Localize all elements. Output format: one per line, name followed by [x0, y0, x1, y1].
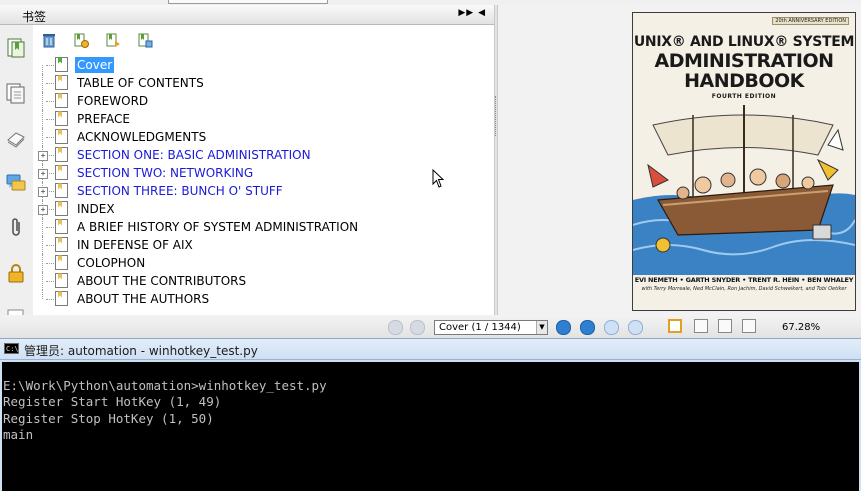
- window-edge-tab: [168, 0, 328, 4]
- console-line: Register Start HotKey (1, 49): [3, 394, 222, 410]
- bookmark-icon: [55, 183, 68, 198]
- comments-panel-icon[interactable]: [5, 172, 27, 194]
- expand-toggle-icon[interactable]: +: [38, 151, 48, 161]
- reader-status-bar: Cover (1 / 1344) ▼ 67.28%: [0, 315, 861, 338]
- bookmark-item-index[interactable]: + INDEX: [33, 200, 493, 218]
- bookmark-label: ACKNOWLEDGMENTS: [77, 130, 207, 144]
- cover-title-line1: UNIX® AND LINUX® SYSTEM: [633, 34, 855, 50]
- last-page-icon[interactable]: [580, 320, 595, 335]
- bookmark-item-section-two[interactable]: + SECTION TWO: NETWORKING: [33, 164, 493, 182]
- bookmark-icon: [55, 75, 68, 90]
- layers-panel-icon[interactable]: [5, 127, 27, 149]
- zoom-level[interactable]: 67.28%: [782, 322, 820, 333]
- bookmark-label: PREFACE: [77, 112, 130, 126]
- cover-authors: EVI NEMETH • GARTH SNYDER • TRENT R. HEI…: [634, 276, 854, 284]
- expand-toggle-icon[interactable]: +: [38, 187, 48, 197]
- bookmark-label: FOREWORD: [77, 94, 149, 108]
- page-number-select[interactable]: Cover (1 / 1344) ▼: [434, 320, 548, 335]
- bookmark-item-table-of-contents[interactable]: TABLE OF CONTENTS: [33, 74, 493, 92]
- bookmark-properties-icon[interactable]: [137, 32, 153, 48]
- bookmark-label: TABLE OF CONTENTS: [77, 76, 204, 90]
- mouse-cursor-icon: [432, 169, 445, 188]
- bookmark-icon: [55, 237, 68, 252]
- bookmark-item-cover[interactable]: Cover: [33, 56, 493, 74]
- pages-panel-icon[interactable]: [5, 82, 27, 104]
- bookmark-item-foreword[interactable]: FOREWORD: [33, 92, 493, 110]
- bookmark-icon: [55, 93, 68, 108]
- console-line: main: [3, 426, 34, 442]
- attachments-paperclip-icon[interactable]: [5, 217, 27, 239]
- cover-anniversary-badge: 20th ANNIVERSARY EDITION: [772, 17, 849, 25]
- console-app-icon: C:\: [4, 343, 19, 354]
- panel-collapse-buttons[interactable]: ▶▶ ◀: [458, 8, 486, 18]
- bookmark-icon: [55, 147, 68, 162]
- bookmark-item-preface[interactable]: PREFACE: [33, 110, 493, 128]
- next-page-icon[interactable]: [556, 320, 571, 335]
- book-cover-page: 20th ANNIVERSARY EDITION UNIX® AND LINUX…: [632, 12, 856, 311]
- expand-toggle-icon[interactable]: +: [38, 169, 48, 179]
- pdf-reader-window: 书签 ▶▶ ◀ Cover TABLE OF CONTENTS FOREWORD…: [0, 0, 861, 338]
- cover-title-line3: HANDBOOK: [684, 70, 804, 92]
- page-number-value: Cover (1 / 1344): [439, 322, 521, 333]
- console-title-bar[interactable]: C:\ 管理员: automation - winhotkey_test.py: [0, 338, 861, 360]
- expand-bookmark-icon[interactable]: [105, 32, 121, 48]
- facing-view-icon[interactable]: [718, 319, 732, 333]
- bookmark-icon: [55, 57, 68, 72]
- first-page-icon[interactable]: [388, 320, 403, 335]
- cover-contributors: with Terry Morreale, Ned McClain, Ron Ja…: [641, 286, 847, 292]
- bookmark-icon: [55, 255, 68, 270]
- bookmark-icon: [55, 129, 68, 144]
- bookmark-label: IN DEFENSE OF AIX: [77, 238, 193, 252]
- bookmark-label: ABOUT THE CONTRIBUTORS: [77, 274, 247, 288]
- cover-title-line2: ADMINISTRATION: [654, 50, 834, 72]
- bookmark-item-section-one[interactable]: + SECTION ONE: BASIC ADMINISTRATION: [33, 146, 493, 164]
- bookmark-icon: [55, 291, 68, 306]
- bookmark-item-colophon[interactable]: COLOPHON: [33, 254, 493, 272]
- navigation-side-strip: [0, 25, 34, 335]
- console-window-title: 管理员: automation - winhotkey_test.py: [24, 344, 258, 358]
- console-window-frame: E:\Work\Python\automation>winhotkey_test…: [0, 360, 861, 491]
- bookmark-icon: [55, 165, 68, 180]
- bookmarks-panel-header: 书签 ▶▶ ◀: [0, 5, 494, 25]
- bookmark-item-section-three[interactable]: + SECTION THREE: BUNCH O' STUFF: [33, 182, 493, 200]
- cover-edition: FOURTH EDITION: [711, 93, 777, 100]
- bookmark-item-acknowledgments[interactable]: ACKNOWLEDGMENTS: [33, 128, 493, 146]
- bookmark-item-about-authors[interactable]: ABOUT THE AUTHORS: [33, 290, 493, 308]
- bookmarks-panel-icon[interactable]: [5, 37, 27, 59]
- continuous-facing-view-icon[interactable]: [742, 319, 756, 333]
- bookmark-icon: [55, 273, 68, 288]
- bookmark-label: COLOPHON: [77, 256, 146, 270]
- bookmarks-panel: Cover TABLE OF CONTENTS FOREWORD PREFACE: [33, 25, 494, 315]
- new-bookmark-icon[interactable]: [73, 32, 89, 48]
- delete-trash-icon[interactable]: [41, 32, 57, 48]
- go-forward-icon[interactable]: [628, 320, 643, 335]
- console-output[interactable]: E:\Work\Python\automation>winhotkey_test…: [2, 362, 859, 491]
- bookmark-item-about-contributors[interactable]: ABOUT THE CONTRIBUTORS: [33, 272, 493, 290]
- document-page-view[interactable]: 20th ANNIVERSARY EDITION UNIX® AND LINUX…: [498, 5, 861, 315]
- bookmark-icon: [55, 111, 68, 126]
- bookmark-icon: [55, 201, 68, 216]
- console-line: E:\Work\Python\automation>winhotkey_test…: [3, 378, 327, 393]
- chevron-down-icon[interactable]: ▼: [536, 321, 547, 334]
- expand-toggle-icon[interactable]: +: [38, 205, 48, 215]
- previous-page-icon[interactable]: [410, 320, 425, 335]
- go-back-icon[interactable]: [604, 320, 619, 335]
- cover-ship-illustration: [633, 105, 855, 275]
- bookmark-label: SECTION THREE: BUNCH O' STUFF: [77, 184, 283, 198]
- cover-title-block: UNIX® AND LINUX® SYSTEM ADMINISTRATION H…: [633, 35, 855, 100]
- single-page-view-icon[interactable]: [668, 319, 682, 333]
- bookmark-label: SECTION TWO: NETWORKING: [77, 166, 254, 180]
- continuous-view-icon[interactable]: [694, 319, 708, 333]
- bookmark-icon: [55, 219, 68, 234]
- bookmark-label: ABOUT THE AUTHORS: [77, 292, 210, 306]
- bookmark-label: SECTION ONE: BASIC ADMINISTRATION: [77, 148, 311, 162]
- bookmarks-panel-title: 书签: [22, 10, 47, 24]
- bookmark-label: Cover: [75, 57, 115, 73]
- bookmark-item-brief-history[interactable]: A BRIEF HISTORY OF SYSTEM ADMINISTRATION: [33, 218, 493, 236]
- security-lock-icon[interactable]: [5, 262, 27, 284]
- bookmark-label: A BRIEF HISTORY OF SYSTEM ADMINISTRATION: [77, 220, 359, 234]
- console-line: Register Stop HotKey (1, 50): [3, 410, 214, 426]
- bookmark-label: INDEX: [77, 202, 115, 216]
- bookmark-item-defense-of-aix[interactable]: IN DEFENSE OF AIX: [33, 236, 493, 254]
